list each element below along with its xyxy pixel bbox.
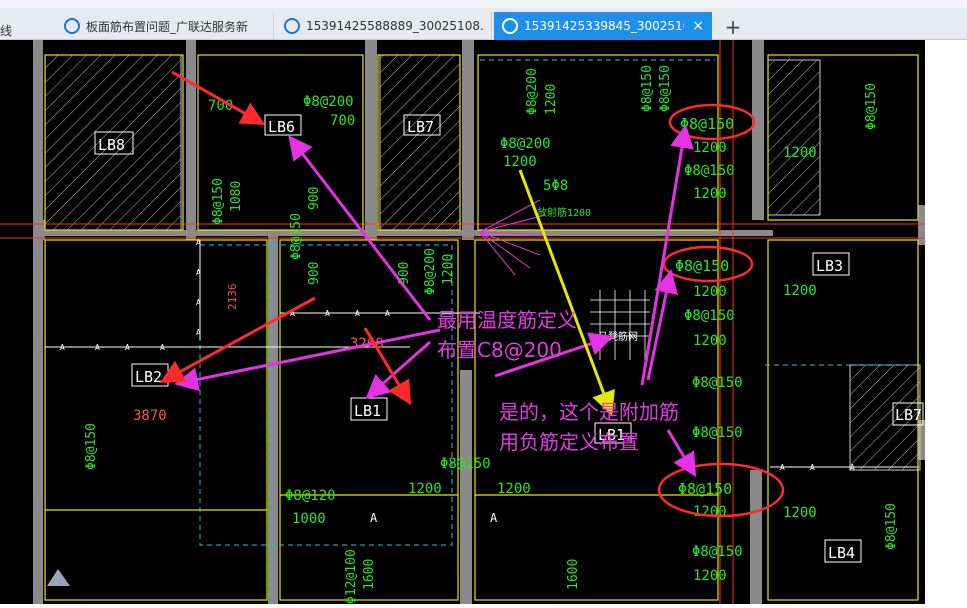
rebar-label: Φ8@150 — [640, 65, 655, 112]
length-label: 700 — [330, 113, 355, 129]
slab-label: LB7 — [895, 406, 922, 424]
rebar-label: Φ8@150 — [289, 213, 304, 260]
length-label: 900 — [307, 187, 322, 210]
rebar-label: Φ8@150 — [440, 456, 491, 472]
dimension-label: 3870 — [133, 408, 167, 424]
tab-file-2[interactable]: 15391425339845_30025108. × — [494, 12, 712, 40]
length-label: 1200 — [783, 505, 817, 521]
length-label: 1200 — [693, 140, 727, 156]
browser-logo-icon — [502, 18, 518, 34]
svg-text:A: A — [95, 343, 100, 352]
slab-label: LB1 — [354, 402, 381, 420]
rebar-label: Φ8@150 — [684, 163, 735, 179]
left-truncated-label: 线 — [0, 24, 13, 38]
bookmark-strip — [0, 0, 967, 8]
rebar-label: Φ8@150 — [692, 425, 743, 441]
browser-tab-bar: 线 板面筋布置问题_广联达服务新 15391425588889_30025108… — [0, 8, 967, 40]
browser-logo-icon — [284, 18, 300, 34]
length-label: 1200 — [693, 333, 727, 349]
navigate-triangle-icon[interactable] — [47, 569, 70, 586]
length-label: 1200 — [693, 568, 727, 584]
section-mark: A — [490, 511, 498, 525]
cad-drawing: AAAA AAAA AAAA AAA LB8 LB6 LB7 LB2 LB1 L… — [0, 40, 926, 604]
length-label: 1200 — [783, 283, 817, 299]
tab-file-1[interactable]: 15391425588889_30025108. — [276, 12, 492, 40]
length-label: 1600 — [362, 559, 377, 590]
slab-label: LB3 — [816, 257, 843, 275]
svg-text:A: A — [810, 463, 815, 472]
length-label: 1200 — [544, 84, 559, 115]
rebar-label: Φ8@150 — [692, 544, 743, 560]
small-label: 马凳筋网 — [598, 330, 638, 343]
slab-label: LB8 — [98, 136, 125, 154]
length-label: 1200 — [693, 186, 727, 202]
annotation-line: 最用温度筋定义 — [437, 308, 577, 332]
svg-text:A: A — [196, 328, 201, 337]
svg-text:A: A — [125, 343, 130, 352]
tab-label: 板面筋布置问题_广联达服务新 — [86, 19, 249, 34]
length-label: 1200 — [441, 254, 456, 285]
rebar-label: Φ8@120 — [285, 488, 336, 504]
length-label: 900 — [307, 262, 322, 285]
rebar-label: Φ8@150 — [692, 375, 743, 391]
length-label: 1200 — [783, 145, 817, 161]
length-label: 1000 — [292, 511, 326, 527]
length-label: 1200 — [497, 481, 531, 497]
slab-label: LB6 — [268, 118, 295, 136]
svg-text:A: A — [385, 309, 390, 318]
svg-text:A: A — [355, 309, 360, 318]
length-label: 1200 — [693, 284, 727, 300]
rebar-label: Φ8@150 — [84, 423, 99, 470]
rebar-label: Φ8@150 — [884, 503, 899, 550]
slab-label: LB4 — [828, 544, 855, 562]
yellow-arrow — [518, 169, 615, 416]
highlighted-rebar: Φ8@150 — [680, 115, 734, 133]
length-label: 1080 — [229, 181, 244, 212]
slab-label: LB2 — [135, 368, 162, 386]
length-label: 1200 — [693, 504, 727, 520]
rebar-label: Φ8@150 — [864, 83, 879, 130]
svg-text:A: A — [160, 343, 165, 352]
rebar-label: 5Φ8 — [543, 178, 568, 194]
slab-label: LB7 — [407, 118, 434, 136]
rebar-label: Φ8@150 — [211, 178, 226, 225]
rebar-label: Φ8@200 — [423, 248, 438, 295]
annotation-line: 用负筋定义布置 — [499, 430, 639, 454]
tab-label: 15391425339845_30025108. — [524, 19, 685, 33]
right-blank-panel — [925, 40, 967, 604]
highlighted-rebar: Φ8@150 — [675, 257, 729, 275]
length-label: 1600 — [566, 559, 581, 590]
new-tab-button[interactable]: + — [722, 16, 744, 38]
svg-text:A: A — [60, 343, 65, 352]
rebar-label: Φ8@200 — [525, 68, 540, 115]
close-icon[interactable]: × — [692, 18, 704, 34]
hatched-areas — [44, 54, 921, 471]
dimension-label: 2136 — [226, 284, 239, 311]
highlighted-rebar: Φ8@150 — [678, 480, 732, 498]
rebar-label: Φ8@150 — [658, 65, 673, 112]
tab-label: 15391425588889_30025108. — [306, 19, 483, 33]
length-label: 1200 — [408, 481, 442, 497]
annotation-line: 布置C8@200 — [437, 338, 562, 362]
rebar-label: Φ8@150 — [684, 308, 735, 324]
browser-logo-icon — [64, 18, 80, 34]
svg-text:A: A — [850, 463, 855, 472]
svg-text:A: A — [196, 268, 201, 277]
svg-text:A: A — [325, 309, 330, 318]
rebar-label: Φ8@200 — [500, 136, 551, 152]
cad-drawing-viewport[interactable]: AAAA AAAA AAAA AAA LB8 LB6 LB7 LB2 LB1 L… — [0, 40, 967, 604]
svg-text:A: A — [780, 463, 785, 472]
rebar-label: Φ8@200 — [303, 94, 354, 110]
mesh-grid — [590, 290, 650, 360]
annotation-line: 是的，这个是附加筋 — [499, 400, 679, 424]
svg-text:A: A — [196, 298, 201, 307]
length-label: 1200 — [503, 154, 537, 170]
small-label: 放射筋1200 — [537, 206, 591, 219]
tab-board-rebar-issue[interactable]: 板面筋布置问题_广联达服务新 — [56, 12, 274, 40]
svg-text:A: A — [196, 238, 201, 247]
rebar-label: Φ12@100 — [344, 549, 359, 604]
section-mark: A — [370, 511, 378, 525]
